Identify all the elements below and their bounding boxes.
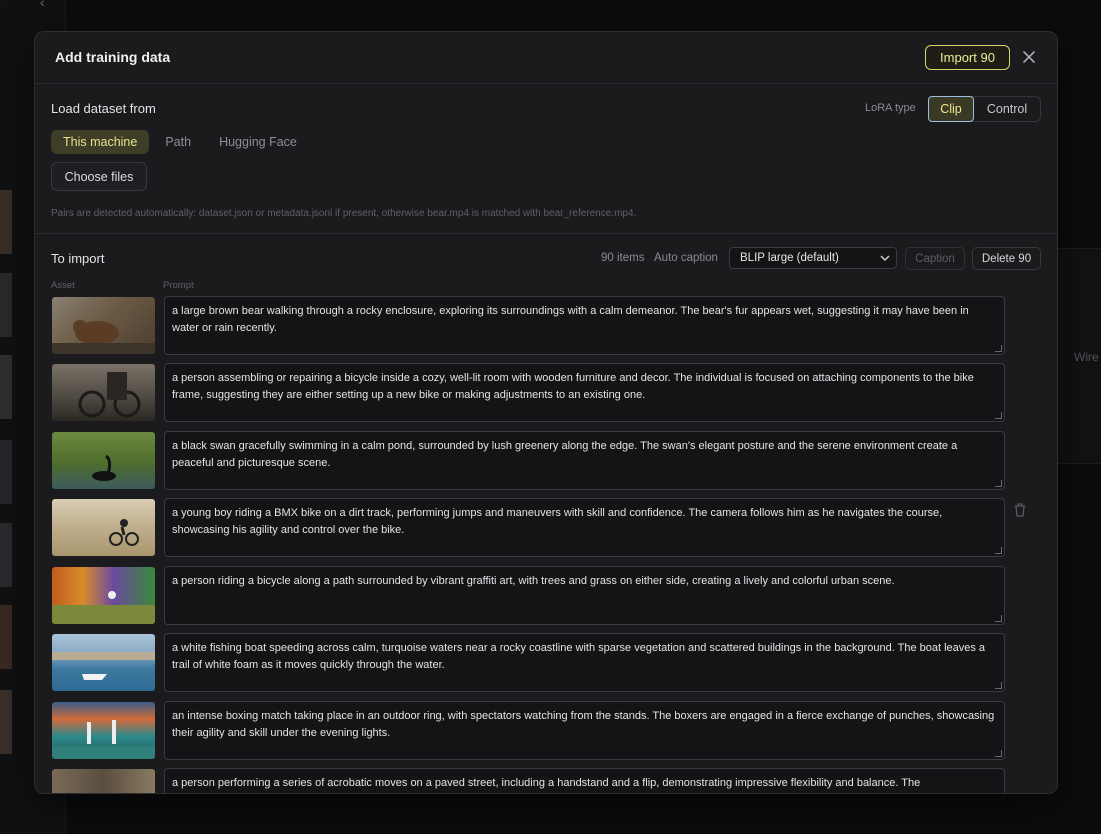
resize-handle[interactable] [995, 412, 1002, 419]
background-thumbnail [0, 523, 12, 587]
load-dataset-label: Load dataset from [51, 101, 156, 116]
to-import-section: To import 90 items Auto caption BLIP lar… [35, 234, 1057, 793]
prompt-text: a black swan gracefully swimming in a ca… [172, 440, 958, 469]
prompt-textarea[interactable]: a young boy riding a BMX bike on a dirt … [164, 498, 1005, 557]
delete-all-button[interactable]: Delete 90 [972, 247, 1041, 270]
prompt-text: a person performing a series of acrobati… [172, 777, 921, 789]
list-item: a person riding a bicycle along a path s… [35, 566, 1057, 626]
background-thumbnail [0, 605, 12, 669]
prompt-text: a person riding a bicycle along a path s… [172, 575, 895, 587]
prompt-textarea[interactable]: a person assembling or repairing a bicyc… [164, 363, 1005, 422]
tab-path[interactable]: Path [153, 130, 203, 154]
prompt-text: an intense boxing match taking place in … [172, 710, 995, 739]
resize-handle[interactable] [995, 682, 1002, 689]
resize-handle[interactable] [995, 345, 1002, 352]
prompt-textarea[interactable]: a person performing a series of acrobati… [164, 768, 1005, 793]
chevron-left-icon: ‹ [40, 0, 45, 10]
pairing-hint: Pairs are detected automatically: datase… [51, 208, 637, 219]
column-header-asset: Asset [51, 280, 75, 291]
prompt-text: a large brown bear walking through a roc… [172, 305, 969, 334]
tab-hugging-face[interactable]: Hugging Face [207, 130, 309, 154]
prompt-textarea[interactable]: a large brown bear walking through a roc… [164, 296, 1005, 355]
list-item: a person performing a series of acrobati… [35, 768, 1057, 793]
source-tabs: This machine Path Hugging Face [51, 130, 309, 154]
choose-files-button[interactable]: Choose files [51, 162, 147, 191]
asset-thumbnail [52, 297, 155, 354]
caption-model-value: BLIP large (default) [740, 252, 839, 264]
add-training-data-dialog: Add training data Import 90 Load dataset… [34, 31, 1058, 794]
list-item: a large brown bear walking through a roc… [35, 296, 1057, 356]
resize-handle[interactable] [995, 615, 1002, 622]
resize-handle[interactable] [995, 480, 1002, 487]
column-header-prompt: Prompt [163, 280, 194, 291]
resize-handle[interactable] [995, 750, 1002, 757]
prompt-textarea[interactable]: a person riding a bicycle along a path s… [164, 566, 1005, 625]
caption-button[interactable]: Caption [905, 247, 965, 270]
prompt-textarea[interactable]: a black swan gracefully swimming in a ca… [164, 431, 1005, 490]
prompt-textarea[interactable]: an intense boxing match taking place in … [164, 701, 1005, 760]
asset-thumbnail [52, 364, 155, 421]
list-item: an intense boxing match taking place in … [35, 701, 1057, 761]
lora-option-clip[interactable]: Clip [928, 96, 974, 122]
lora-option-control[interactable]: Control [974, 97, 1040, 121]
list-item: a black swan gracefully swimming in a ca… [35, 431, 1057, 491]
asset-thumbnail [52, 769, 155, 793]
background-thumbnail [0, 355, 12, 419]
auto-caption-label: Auto caption [654, 252, 718, 264]
prompt-text: a person assembling or repairing a bicyc… [172, 372, 974, 401]
load-dataset-section: Load dataset from LoRA type Clip Control… [35, 32, 1057, 234]
lora-type-toggle: Clip Control [928, 96, 1041, 122]
list-item: a white fishing boat speeding across cal… [35, 633, 1057, 693]
background-thumbnail [0, 273, 12, 337]
background-thumbnails [0, 185, 12, 785]
tab-this-machine[interactable]: This machine [51, 130, 150, 154]
asset-thumbnail [52, 432, 155, 489]
list-item: a young boy riding a BMX bike on a dirt … [35, 498, 1057, 558]
caption-model-select[interactable]: BLIP large (default) [729, 247, 897, 269]
resize-handle[interactable] [995, 547, 1002, 554]
asset-thumbnail [52, 702, 155, 759]
background-thumbnail [0, 440, 12, 504]
background-thumbnail [0, 190, 12, 254]
items-count: 90 items [601, 252, 645, 264]
chevron-down-icon [880, 251, 890, 268]
prompt-textarea[interactable]: a white fishing boat speeding across cal… [164, 633, 1005, 692]
list-item: a person assembling or repairing a bicyc… [35, 363, 1057, 423]
asset-thumbnail [52, 567, 155, 624]
trash-icon[interactable] [1013, 502, 1027, 518]
prompt-text: a white fishing boat speeding across cal… [172, 642, 986, 671]
background-right-text: Wire [1074, 350, 1099, 364]
asset-thumbnail [52, 499, 155, 556]
asset-thumbnail [52, 634, 155, 691]
background-thumbnail [0, 690, 12, 754]
to-import-label: To import [51, 251, 105, 266]
prompt-text: a young boy riding a BMX bike on a dirt … [172, 507, 943, 536]
lora-type-label: LoRA type [865, 102, 916, 114]
